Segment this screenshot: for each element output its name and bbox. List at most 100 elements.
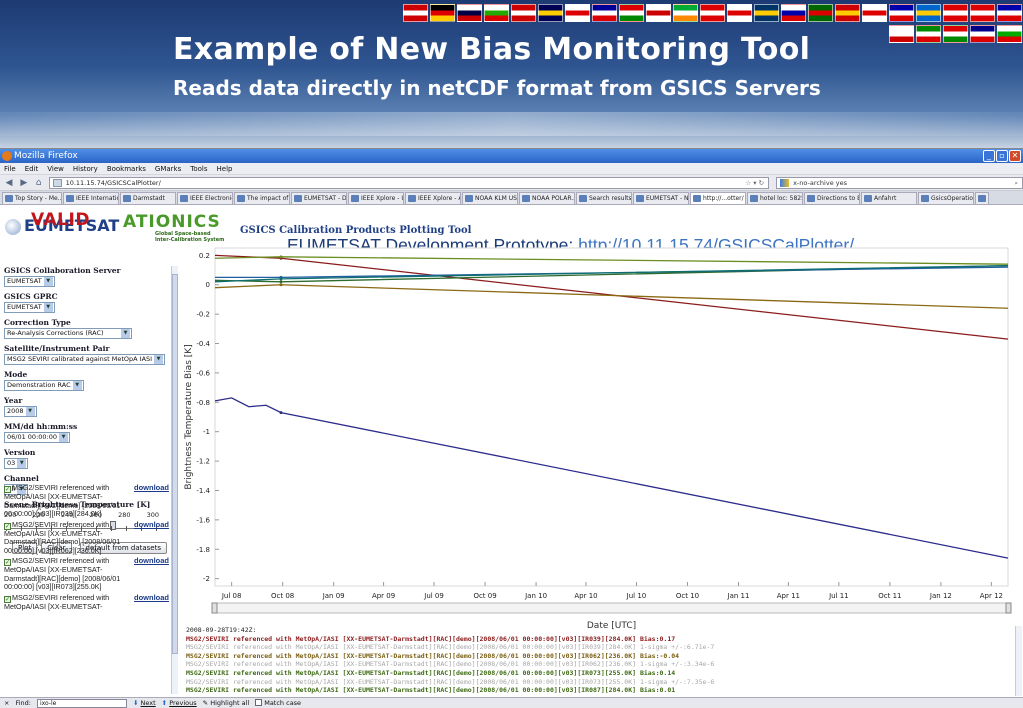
url-bar[interactable]: 10.11.15.74/GSICSCalPlotter/ ☆ ▾ ↻ — [48, 176, 770, 189]
find-previous-button[interactable]: ⬆ Previous — [162, 698, 197, 708]
dataset-checkbox[interactable]: ✓ — [4, 595, 11, 603]
log-scrollbar[interactable] — [1015, 626, 1022, 696]
x-tick-label: Jul 09 — [423, 592, 444, 600]
maximize-button[interactable]: ▫ — [996, 150, 1008, 162]
back-arrow-icon[interactable]: ◀ — [4, 178, 14, 188]
menu-item-bookmarks[interactable]: Bookmarks — [107, 163, 146, 174]
browser-tab[interactable]: IEEE Electronic... — [177, 192, 233, 204]
log-pane: 2008-09-28T19:42Z: MSG2/SEVIRI reference… — [186, 626, 1016, 696]
dataset-checkbox[interactable]: ✓ — [4, 486, 11, 493]
flag-icon — [970, 4, 995, 22]
find-input[interactable]: ixo-le — [36, 699, 127, 708]
flag-icon — [619, 4, 644, 22]
range-slider — [214, 602, 1009, 614]
series-marker — [279, 280, 283, 284]
sidebar-scroll-thumb[interactable] — [172, 274, 178, 654]
mode-select[interactable]: Demonstration RAC — [4, 380, 84, 391]
log-timestamp: 2008-09-28T19:42Z: — [186, 626, 257, 634]
menu-item-history[interactable]: History — [73, 163, 98, 174]
gsics-tagline: Global Space-based Inter-Calibration Sys… — [155, 231, 225, 243]
flag-icon — [997, 4, 1022, 22]
x-tick-label: Apr 12 — [980, 592, 1003, 600]
browser-tab[interactable]: Anfahrt — [861, 192, 917, 204]
sidebar-scrollbar[interactable] — [171, 266, 178, 694]
download-link[interactable]: download — [134, 556, 169, 566]
reload-icon[interactable]: ☆ ▾ ↻ — [745, 178, 764, 188]
x-tick-label: Apr 10 — [574, 592, 597, 600]
pair-select[interactable]: MSG2 SEVIRI calibrated against MetOpA IA… — [4, 354, 166, 365]
find-next-button[interactable]: ⬇ Next — [133, 698, 156, 708]
browser-tab[interactable]: hotel loc: 5825 — [747, 192, 803, 204]
menu-item-gmarks[interactable]: GMarks — [155, 163, 181, 174]
magnifier-icon[interactable]: ⌕ — [1014, 178, 1018, 188]
browser-tab[interactable]: The impact of ... — [234, 192, 290, 204]
browser-tab[interactable]: http://...otter/ — [690, 192, 746, 204]
menu-item-tools[interactable]: Tools — [190, 163, 207, 174]
close-window-button[interactable]: ✕ — [1009, 150, 1021, 162]
flag-icon — [403, 4, 428, 22]
browser-tab[interactable]: Darmstadt — [120, 192, 176, 204]
y-tick-label: 0 — [206, 281, 210, 289]
close-find-icon[interactable]: × — [4, 698, 9, 708]
menu-item-help[interactable]: Help — [217, 163, 233, 174]
window-title: Mozilla Firefox — [14, 151, 78, 161]
search-box[interactable]: x-no-archive yes ⌕ — [776, 176, 1023, 189]
log-line: MSG2/SEVIRI referenced with MetOpA/IASI … — [186, 668, 676, 677]
gprc-select[interactable]: EUMETSAT — [4, 302, 55, 313]
browser-tab[interactable]: IEEE Internatio... — [63, 192, 119, 204]
x-tick-label: Oct 10 — [676, 592, 699, 600]
flag-icon — [889, 25, 914, 43]
x-tick-label: Apr 11 — [777, 592, 800, 600]
version-select[interactable]: 03 — [4, 458, 29, 469]
browser-tab[interactable]: EUMETSAT - N... — [633, 192, 689, 204]
x-tick-label: Oct 08 — [271, 592, 294, 600]
menu-item-view[interactable]: View — [47, 163, 64, 174]
browser-tab[interactable]: Directions to E... — [804, 192, 860, 204]
browser-tab[interactable]: Search results — [576, 192, 632, 204]
y-tick-label: -2 — [203, 575, 210, 583]
correction-select[interactable]: Re-Analysis Corrections (RAC) — [4, 328, 132, 339]
flag-icon — [889, 4, 914, 22]
browser-tab[interactable]: GsicsOperation... — [918, 192, 974, 204]
browser-tab[interactable]: NOAA KLM USE... — [462, 192, 518, 204]
home-icon[interactable]: ⌂ — [34, 178, 44, 188]
server-select[interactable]: EUMETSAT — [4, 276, 55, 287]
flag-icon — [430, 4, 455, 22]
match-case-checkbox[interactable]: Match case — [255, 698, 301, 708]
correction-label: Correction Type — [4, 318, 71, 327]
version-label: Version — [4, 448, 36, 457]
log-line: MSG2/SEVIRI referenced with MetOpA/IASI … — [186, 651, 680, 660]
log-line: MSG2/SEVIRI referenced with MetOpA/IASI … — [186, 686, 676, 695]
valid-logo: VALID — [31, 210, 90, 230]
dataset-checkbox[interactable]: ✓ — [4, 522, 11, 530]
menu-item-edit[interactable]: Edit — [25, 163, 39, 174]
gprc-label: GSICS GPRC — [4, 292, 58, 301]
log-line: MSG2/SEVIRI referenced with MetOpA/IASI … — [186, 677, 715, 686]
date-select[interactable]: 06/01 00:00:00 — [4, 432, 70, 443]
download-link[interactable]: download — [134, 520, 169, 530]
flag-icon — [916, 4, 941, 22]
browser-tab[interactable]: NOAA POLAR... — [519, 192, 575, 204]
x-tick-label: Jul 10 — [626, 592, 647, 600]
dataset-checkbox[interactable]: ✓ — [4, 559, 11, 566]
download-link[interactable]: download — [134, 593, 169, 603]
range-handle-right — [1005, 602, 1012, 614]
find-bar: × Find: ixo-le ⬇ Next ⬆ Previous ✎ Highl… — [0, 697, 1023, 708]
highlight-all-button[interactable]: ✎ Highlight all — [203, 698, 250, 708]
forward-arrow-icon[interactable]: ▶ — [19, 178, 29, 188]
browser-tab[interactable]: Top Story - Me... — [2, 192, 62, 204]
flag-icon — [484, 4, 509, 22]
download-link[interactable]: download — [134, 484, 169, 493]
gsics-logo: ATIONICS — [123, 212, 221, 232]
navigation-bar: ◀ ▶ ⌂ 10.11.15.74/GSICSCalPlotter/ ☆ ▾ ↻… — [0, 175, 1023, 191]
browser-tab[interactable]: IEEE Xplore - U... — [348, 192, 404, 204]
minimize-button[interactable]: _ — [983, 150, 995, 162]
slide-subtitle: Reads data directly in netCDF format fro… — [173, 76, 821, 100]
year-select[interactable]: 2008 — [4, 406, 37, 417]
browser-tab[interactable]: IEEE Xplore - A... — [405, 192, 461, 204]
menu-item-file[interactable]: File — [4, 163, 16, 174]
new-tab-button[interactable]: + — [975, 192, 989, 204]
y-tick-label: -1 — [203, 428, 210, 436]
browser-tab[interactable]: EUMETSAT - D... — [291, 192, 347, 204]
flag-icon — [997, 25, 1022, 43]
